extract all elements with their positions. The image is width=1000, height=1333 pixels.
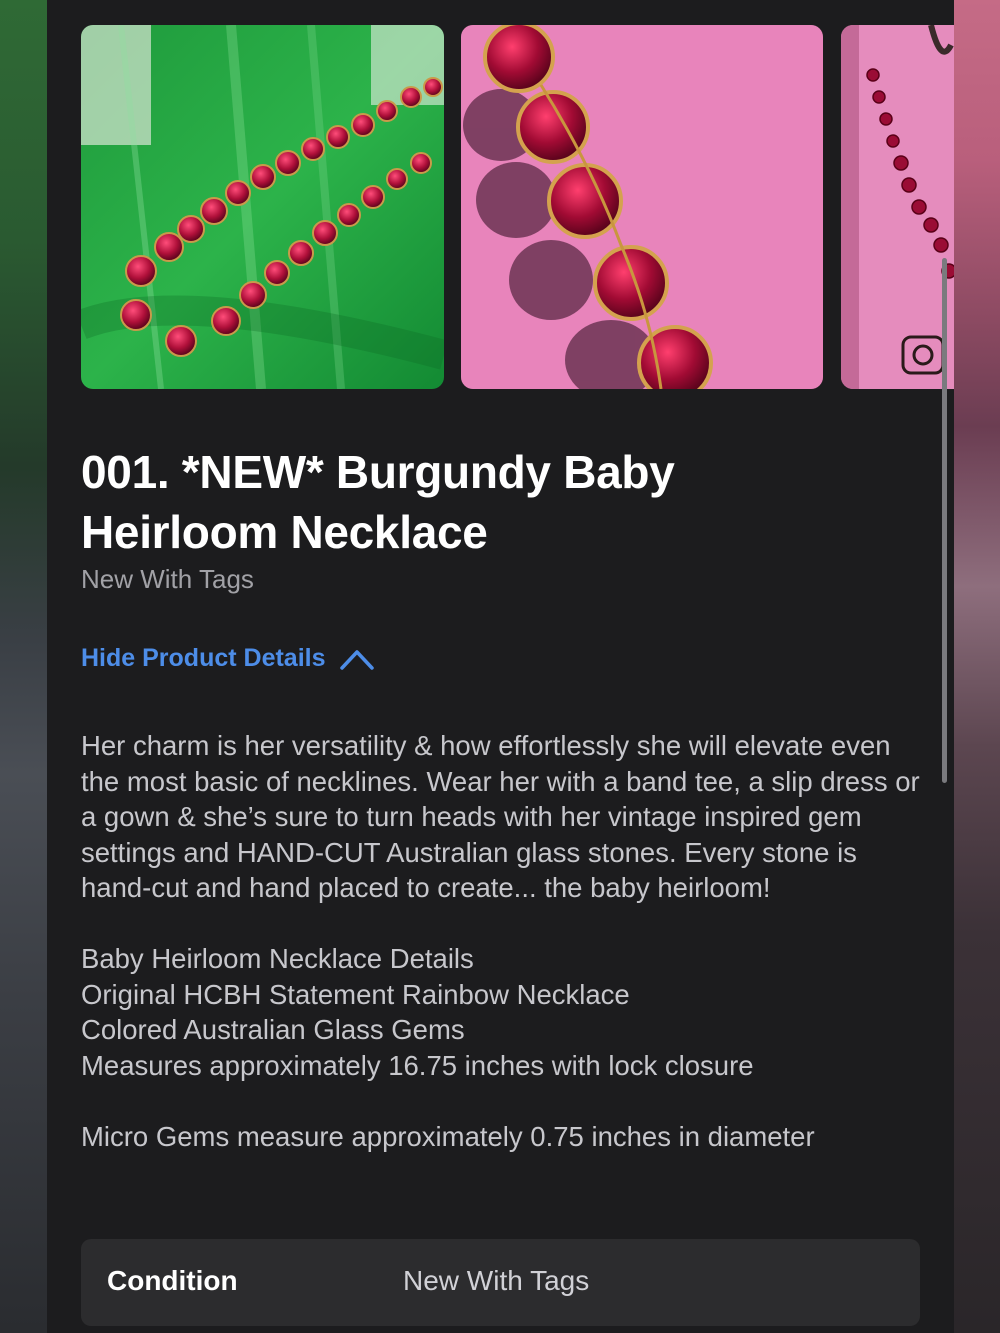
product-photo-2[interactable]: [461, 25, 823, 389]
condition-value: New With Tags: [403, 1265, 590, 1296]
condition-row: Condition New With Tags: [81, 1239, 920, 1326]
product-photo-1[interactable]: [81, 25, 444, 389]
chevron-up-icon: [339, 649, 374, 670]
detail-line: Baby Heirloom Necklace Details: [81, 943, 474, 974]
toggle-label: Hide Product Details: [81, 644, 326, 672]
hide-details-toggle[interactable]: Hide Product Details: [81, 644, 374, 673]
product-detail-panel: 001. *NEW* Burgundy Baby Heirloom Neckla…: [47, 0, 954, 1333]
photo-gallery[interactable]: [81, 25, 954, 389]
detail-line: Colored Australian Glass Gems: [81, 1014, 465, 1045]
detail-line: Measures approximately 16.75 inches with…: [81, 1049, 754, 1081]
details-list: Baby Heirloom Necklace Details Original …: [81, 941, 931, 1083]
description-paragraph: Her charm is her versatility & how effor…: [81, 730, 920, 903]
condition-label: Condition: [107, 1265, 238, 1296]
scrollbar[interactable]: [942, 258, 947, 783]
product-photo-3[interactable]: [841, 25, 954, 389]
extra-detail: Micro Gems measure approximately 0.75 in…: [81, 1120, 815, 1152]
detail-line: Original HCBH Statement Rainbow Necklace: [81, 978, 630, 1010]
product-title: 001. *NEW* Burgundy Baby Heirloom Neckla…: [81, 446, 675, 558]
blurred-background-left: [0, 0, 47, 1333]
product-description: Her charm is her versatility & how effor…: [81, 728, 931, 1190]
blurred-background-right: [954, 0, 1000, 1333]
product-condition-subtitle: New With Tags: [81, 564, 254, 594]
